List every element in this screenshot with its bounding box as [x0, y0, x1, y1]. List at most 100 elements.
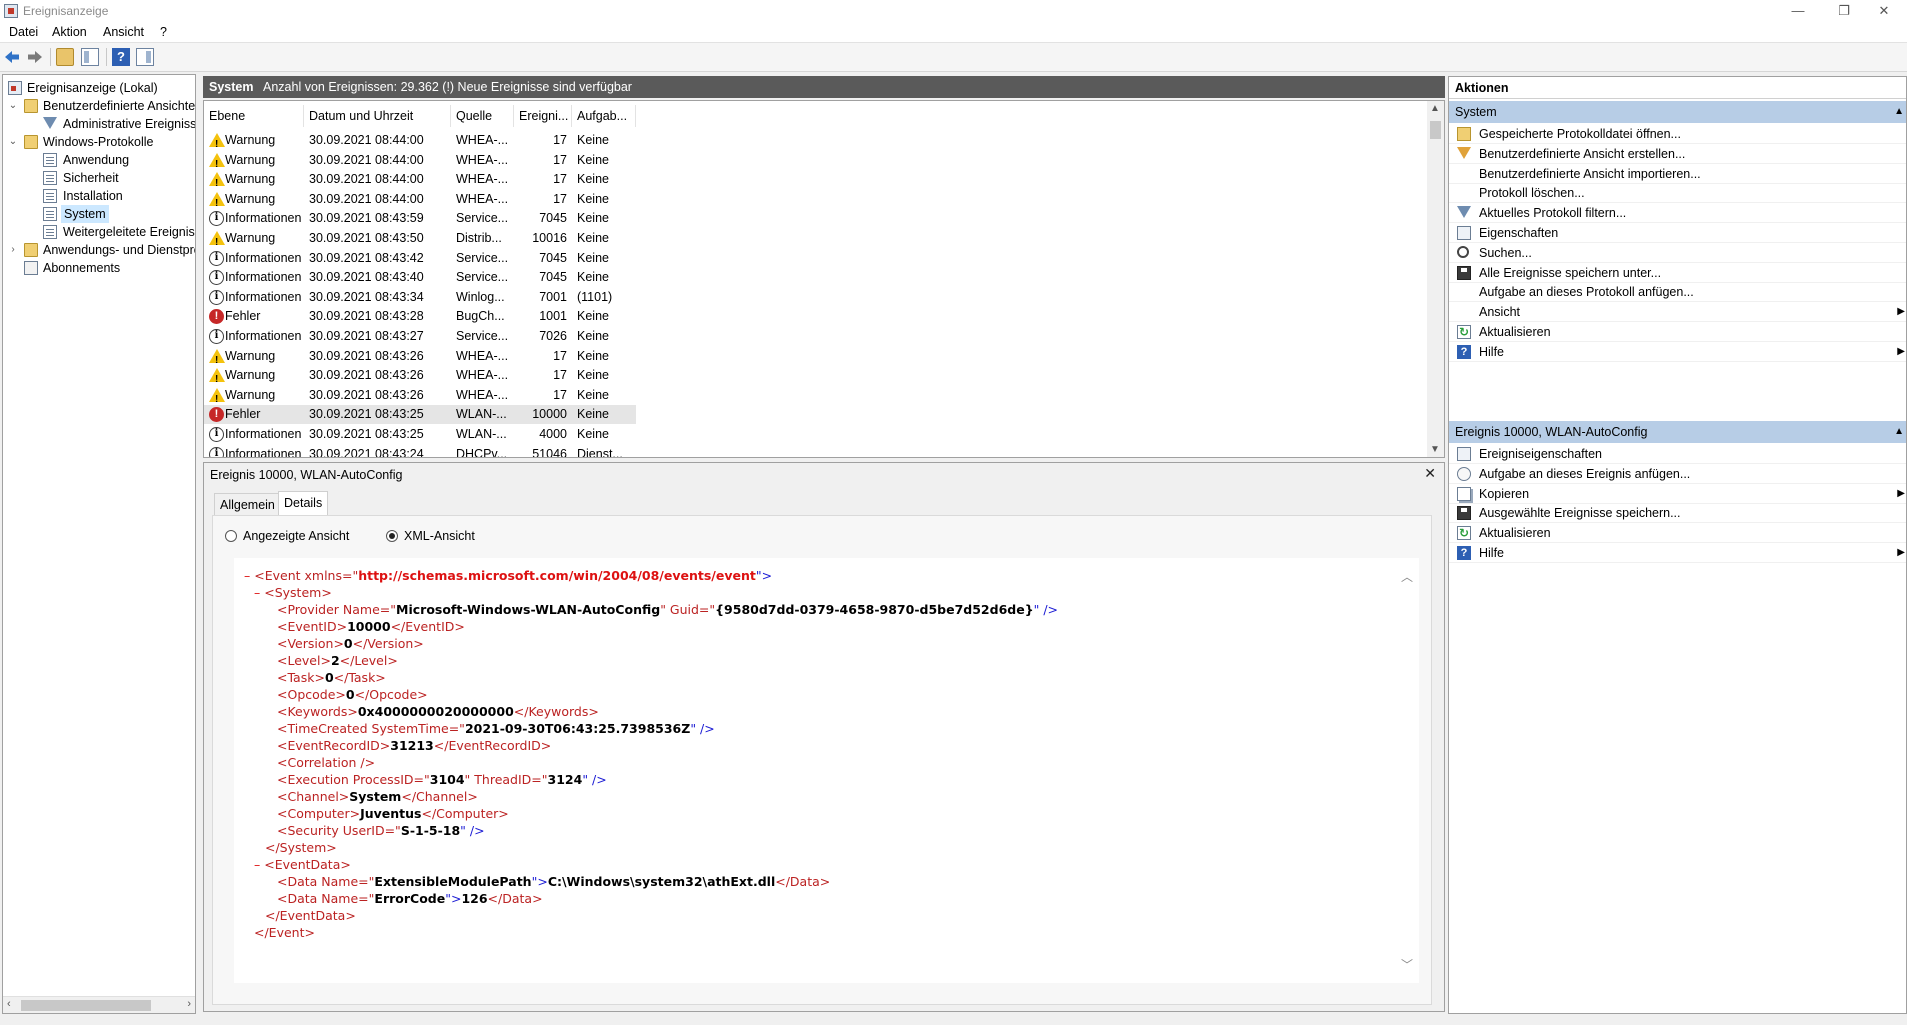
scroll-up-icon[interactable]: ▲	[1430, 103, 1440, 114]
log-name: System	[209, 80, 254, 94]
collapse-icon[interactable]: ▲	[1894, 421, 1904, 443]
menu-ansicht[interactable]: Ansicht	[103, 25, 144, 39]
tree-item-benutzerdefinierte-ansichten[interactable]: ⌄ Benutzerdefinierte Ansichten	[3, 97, 195, 115]
xml-view[interactable]: – <Event xmlns="http://schemas.microsoft…	[234, 558, 1419, 983]
table-row[interactable]: i Informationen 30.09.2021 08:43:25 WLAN-..…	[204, 425, 636, 444]
table-row[interactable]: i Informationen 30.09.2021 08:43:40 Service…	[204, 268, 636, 287]
cell-task: Keine	[577, 387, 609, 402]
column-quelle[interactable]: Quelle	[451, 105, 514, 127]
chevron-down-icon[interactable]: ⌄	[8, 97, 18, 115]
table-row[interactable]: i Informationen 30.09.2021 08:43:27 Service…	[204, 327, 636, 346]
scroll-up-icon[interactable]: ︿	[1401, 568, 1413, 585]
action-item[interactable]: Kopieren ▶	[1449, 484, 1906, 504]
table-row[interactable]: Warnung 30.09.2021 08:44:00 WHEA-... 17 Kein…	[204, 170, 636, 193]
arrow-right-icon[interactable]	[26, 48, 44, 66]
table-row[interactable]: i Informationen 30.09.2021 08:43:59 Service…	[204, 209, 636, 228]
xml-eventdata-close: </EventData>	[265, 908, 356, 923]
tree-item-installation[interactable]: Installation	[3, 187, 195, 205]
xml-data-2: <Data Name="ErrorCode">126</Data>	[277, 891, 543, 906]
tree-item-anwendungs-und-dienstprotokolle[interactable]: › Anwendungs- und Dienstprotokolle	[3, 241, 195, 259]
action-item[interactable]: ↻ Aktualisieren	[1449, 322, 1906, 342]
tree-item-sicherheit[interactable]: Sicherheit	[3, 169, 195, 187]
folder-icon	[24, 99, 38, 113]
cell-source: Service...	[456, 329, 509, 343]
action-item[interactable]: Gespeicherte Protokolldatei öffnen...	[1449, 124, 1906, 144]
close-icon[interactable]: ✕	[1424, 465, 1436, 482]
tab-details[interactable]: Details	[278, 491, 329, 515]
tree-item-system[interactable]: System	[3, 205, 195, 223]
menu-datei[interactable]: Datei	[9, 25, 38, 39]
scrollbar-thumb[interactable]	[1430, 121, 1441, 139]
table-row[interactable]: i Informationen 30.09.2021 08:43:34 Winlog.…	[204, 288, 636, 307]
column-ereignis-id[interactable]: Ereigni...	[514, 105, 572, 127]
tree-item-administrative-ereignisse[interactable]: Administrative Ereignisse	[3, 115, 195, 133]
column-aufgabe[interactable]: Aufgab...	[572, 105, 636, 127]
tab-allgemein[interactable]: Allgemein	[214, 493, 281, 515]
chevron-down-icon[interactable]: ⌄	[8, 133, 18, 151]
table-row[interactable]: i Informationen 30.09.2021 08:43:24 DHCPv..…	[204, 445, 636, 457]
tree-item-anwendung[interactable]: Anwendung	[3, 151, 195, 169]
cell-task: Keine	[577, 250, 609, 265]
tree-item-abonnements[interactable]: Abonnements	[3, 259, 195, 277]
action-item[interactable]: ? Hilfe ▶	[1449, 342, 1906, 362]
table-row[interactable]: ! Fehler 30.09.2021 08:43:25 WLAN-... 10000 K…	[204, 405, 636, 425]
table-row[interactable]: ! Fehler 30.09.2021 08:43:28 BugCh... 1001 Ke…	[204, 307, 636, 326]
action-item[interactable]: ↻ Aktualisieren	[1449, 523, 1906, 544]
show-hide-tree-icon[interactable]	[81, 48, 99, 66]
table-row[interactable]: Warnung 30.09.2021 08:44:00 WHEA-... 17 Kein…	[204, 131, 636, 154]
chevron-right-icon[interactable]: ›	[8, 241, 18, 259]
close-window-button[interactable]: ✕	[1861, 0, 1907, 22]
action-item[interactable]: Aktuelles Protokoll filtern...	[1449, 203, 1906, 224]
table-row[interactable]: i Informationen 30.09.2021 08:43:42 Service…	[204, 249, 636, 268]
action-item[interactable]: Aufgabe an dieses Protokoll anfügen...	[1449, 282, 1906, 303]
action-item[interactable]: Ansicht ▶	[1449, 302, 1906, 323]
tree-item-windows-protokolle[interactable]: ⌄ Windows-Protokolle	[3, 133, 195, 151]
menu-aktion[interactable]: Aktion	[52, 25, 87, 39]
action-item[interactable]: Suchen...	[1449, 243, 1906, 263]
table-row[interactable]: Warnung 30.09.2021 08:43:50 Distrib... 1001…	[204, 229, 636, 252]
table-row[interactable]: Warnung 30.09.2021 08:43:26 WHEA-... 17 Kein…	[204, 386, 636, 409]
menu-help[interactable]: ?	[160, 25, 167, 39]
action-item[interactable]: Ereigniseigenschaften	[1449, 444, 1906, 464]
scroll-down-icon[interactable]: ▼	[1430, 444, 1440, 455]
tree-item-weitergeleitete-ereignisse[interactable]: Weitergeleitete Ereignisse	[3, 223, 195, 241]
scroll-left-icon[interactable]: ‹	[7, 998, 11, 1010]
action-item[interactable]: Eigenschaften	[1449, 223, 1906, 243]
actions-section-event[interactable]: Ereignis 10000, WLAN-AutoConfig ▲	[1449, 421, 1906, 443]
binoculars-icon	[1457, 245, 1469, 258]
radio-button[interactable]	[225, 530, 237, 542]
cell-task: Keine	[577, 152, 609, 167]
event-list-scrollbar[interactable]: ▲ ▼	[1427, 101, 1444, 457]
radio-button-selected[interactable]	[386, 530, 398, 542]
tree-horizontal-scrollbar[interactable]: ‹ ›	[3, 996, 195, 1013]
scroll-right-icon[interactable]: ›	[187, 998, 191, 1010]
action-label: Eigenschaften	[1479, 226, 1559, 240]
action-item[interactable]: Ausgewählte Ereignisse speichern...	[1449, 503, 1906, 524]
action-item[interactable]: Aufgabe an dieses Ereignis anfügen...	[1449, 464, 1906, 484]
scrollbar-thumb[interactable]	[21, 1000, 151, 1011]
table-row[interactable]: Warnung 30.09.2021 08:43:26 WHEA-... 17 Kein…	[204, 347, 636, 370]
help-icon[interactable]: ?	[112, 48, 130, 66]
window-title: Ereignisanzeige	[23, 4, 109, 18]
table-row[interactable]: Warnung 30.09.2021 08:43:26 WHEA-... 17 Kein…	[204, 366, 636, 389]
arrow-left-icon[interactable]	[3, 48, 21, 66]
tree-item-ereignisanzeige[interactable]: Ereignisanzeige (Lokal)	[3, 79, 195, 97]
column-ebene[interactable]: Ebene	[204, 105, 304, 127]
action-item[interactable]: Benutzerdefinierte Ansicht erstellen...	[1449, 144, 1906, 164]
column-datum[interactable]: Datum und Uhrzeit	[304, 105, 451, 127]
action-item[interactable]: Protokoll löschen...	[1449, 183, 1906, 204]
action-item[interactable]: Benutzerdefinierte Ansicht importieren..…	[1449, 164, 1906, 184]
action-item[interactable]: Alle Ereignisse speichern unter...	[1449, 263, 1906, 283]
actions-section-system[interactable]: System ▲	[1449, 101, 1906, 123]
collapse-icon[interactable]: ▲	[1894, 101, 1904, 123]
table-row[interactable]: Warnung 30.09.2021 08:44:00 WHEA-... 17 Kein…	[204, 151, 636, 174]
up-folder-icon[interactable]	[56, 48, 74, 66]
action-item[interactable]: ? Hilfe ▶	[1449, 543, 1906, 563]
minimize-button[interactable]: —	[1775, 0, 1821, 22]
show-hide-action-pane-icon[interactable]	[136, 48, 154, 66]
radio-label: Angezeigte Ansicht	[243, 529, 350, 543]
table-row[interactable]: Warnung 30.09.2021 08:44:00 WHEA-... 17 Kein…	[204, 190, 636, 213]
scroll-down-icon[interactable]: ﹀	[1401, 956, 1413, 973]
cell-event-id: 17	[553, 133, 567, 147]
menu-bar: Datei Aktion Ansicht ?	[0, 22, 1907, 42]
